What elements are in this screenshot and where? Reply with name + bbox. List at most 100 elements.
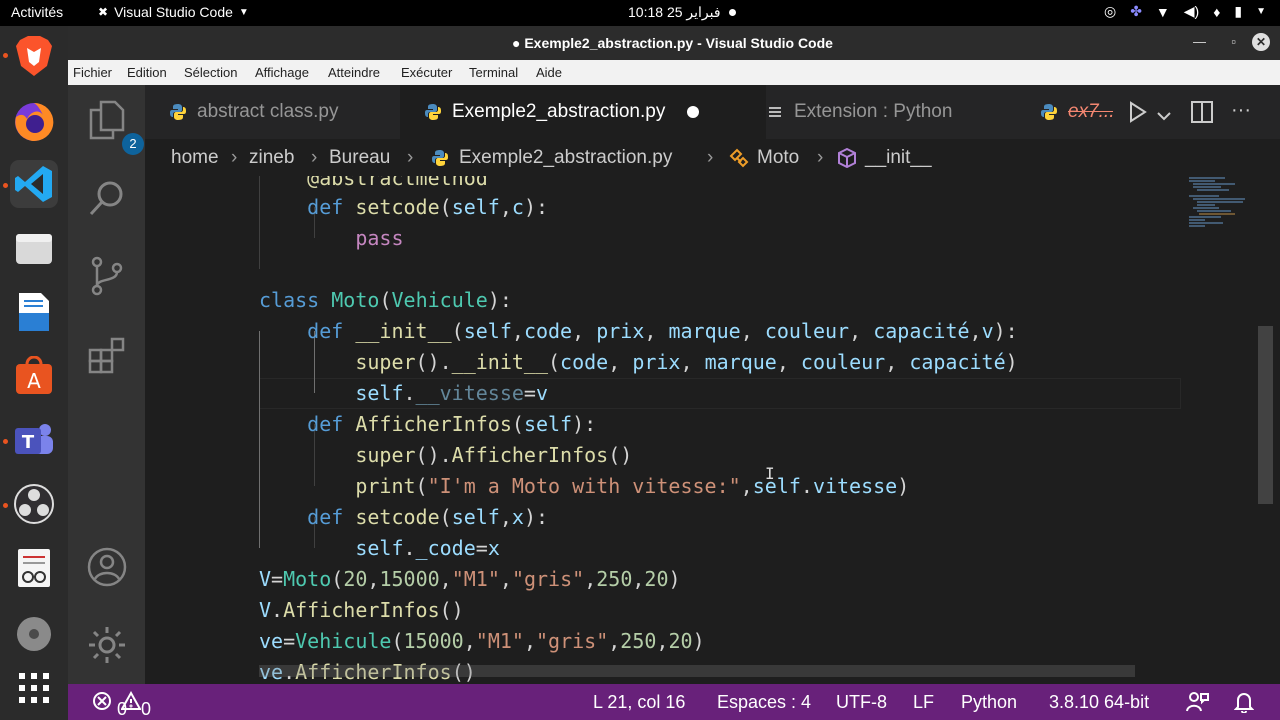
window-title-bar[interactable]: ● Exemple2_abstraction.py - Visual Studi…: [68, 26, 1280, 60]
maximize-button[interactable]: ▫: [1231, 34, 1236, 49]
notifications-button[interactable]: [1233, 691, 1255, 718]
file-encoding[interactable]: UTF-8: [836, 692, 887, 713]
volume-icon: ◀): [1183, 3, 1200, 19]
split-editor-button[interactable]: [1191, 101, 1213, 129]
code-text: def AfficherInfos(self):: [307, 412, 597, 436]
code-line-current: 21 self.__vitesse=v: [145, 378, 1185, 409]
dock-document-viewer[interactable]: [10, 544, 58, 592]
extensions-button[interactable]: [82, 331, 132, 381]
app-menu[interactable]: ✖ Visual Studio Code ▼: [98, 4, 249, 20]
tab-ex7[interactable]: ex7...: [1014, 85, 1140, 139]
breadcrumb-file[interactable]: Exemple2_abstraction.py: [459, 147, 672, 169]
svg-text:T: T: [22, 432, 35, 453]
menu-executer[interactable]: Exécuter: [401, 65, 452, 80]
code-text: V=Moto(20,15000,"M1","gris",250,20): [259, 567, 681, 591]
dock-obs[interactable]: [10, 480, 58, 528]
run-options-button[interactable]: [1157, 105, 1171, 127]
source-control-icon: [91, 256, 123, 296]
split-editor-icon: [1191, 101, 1213, 123]
vscode-icon: [15, 166, 52, 202]
menu-bar: Fichier Edition Sélection Affichage Atte…: [68, 60, 1280, 85]
problems-indicator[interactable]: 0 0: [92, 690, 151, 719]
search-button[interactable]: [82, 173, 132, 223]
dock-firefox[interactable]: [10, 98, 58, 146]
menu-fichier[interactable]: Fichier: [73, 65, 112, 80]
dock-brave-browser[interactable]: [10, 32, 58, 80]
play-icon: [1130, 101, 1147, 123]
dock-writer[interactable]: [10, 288, 58, 336]
explorer-button[interactable]: 2: [82, 95, 144, 155]
breadcrumb-bureau[interactable]: Bureau: [329, 147, 390, 169]
clock-label: 10:18 فبراير 25: [628, 4, 721, 20]
minimize-button[interactable]: —: [1193, 34, 1206, 49]
menu-selection[interactable]: Sélection: [184, 65, 237, 80]
end-of-line[interactable]: LF: [913, 692, 934, 713]
menu-affichage[interactable]: Affichage: [255, 65, 309, 80]
code-line: 15 def setcode(self,c):: [145, 192, 1185, 223]
code-line: 20 super().__init__(code, prix, marque, …: [145, 347, 1185, 378]
dock-teams[interactable]: T: [10, 416, 58, 464]
breadcrumb-zineb[interactable]: zineb: [249, 147, 294, 169]
search-icon: [89, 181, 123, 216]
vertical-scrollbar[interactable]: [1258, 326, 1273, 504]
menu-edition[interactable]: Edition: [127, 65, 167, 80]
tab-exemple2-abstraction[interactable]: Exemple2_abstraction.py: [400, 85, 766, 139]
code-line: 26 self._code=x: [145, 533, 1185, 564]
teams-icon: T: [15, 424, 53, 454]
wifi-icon: ▼: [1155, 3, 1170, 20]
document-writer-icon: [19, 293, 49, 331]
system-menu-caret-icon: ▼: [1256, 6, 1266, 17]
tab-label: abstract class.py: [197, 101, 339, 122]
manage-button[interactable]: [82, 620, 132, 670]
dock-vscode[interactable]: [10, 160, 58, 208]
indentation[interactable]: Espaces : 4: [717, 692, 811, 713]
language-mode[interactable]: Python: [961, 692, 1017, 713]
source-control-badge: 2: [122, 133, 144, 155]
tab-extension-python[interactable]: Extension : Python: [742, 85, 1040, 139]
dock-files[interactable]: [10, 224, 58, 272]
accounts-button[interactable]: [82, 542, 132, 592]
more-actions-icon[interactable]: ···: [1231, 99, 1251, 122]
tab-label: ex7...: [1068, 101, 1113, 122]
menu-aide[interactable]: Aide: [536, 65, 562, 80]
account-icon: [87, 547, 127, 587]
text-cursor-icon: I: [765, 464, 775, 483]
battery-icon: ▮: [1234, 3, 1243, 19]
menu-terminal[interactable]: Terminal: [469, 65, 518, 80]
feedback-button[interactable]: [1186, 691, 1210, 718]
dock-software[interactable]: A: [10, 352, 58, 400]
document-viewer-icon: [18, 549, 50, 587]
breadcrumb-method[interactable]: __init__: [865, 147, 932, 169]
python-file-icon: [1041, 104, 1057, 120]
dock-disk-utility[interactable]: [10, 610, 58, 658]
code-editor[interactable]: 14 @abstractmethod 15 def setcode(self,c…: [145, 176, 1280, 684]
code-text: ve=Vehicule(15000,"M1","gris",250,20): [259, 629, 705, 653]
unsaved-dot-icon[interactable]: [687, 106, 700, 118]
system-tray[interactable]: ◎ ✤ ▼ ◀) ♦ ▮ ▼: [1104, 3, 1266, 20]
show-applications-button[interactable]: [10, 664, 58, 712]
python-interpreter[interactable]: 3.8.10 64-bit: [1049, 692, 1149, 713]
source-control-button[interactable]: [82, 251, 132, 301]
minimap[interactable]: [1185, 176, 1255, 236]
clock[interactable]: 10:18 فبراير 25: [628, 4, 736, 21]
close-window-button[interactable]: ✕: [1252, 33, 1270, 51]
menu-atteindre[interactable]: Atteindre: [328, 65, 380, 80]
code-text: super().AfficherInfos(): [355, 443, 633, 467]
caret-down-icon: ▼: [238, 6, 249, 18]
run-python-button[interactable]: [1128, 101, 1148, 129]
cursor-position[interactable]: L 21, col 16: [593, 692, 685, 713]
chevron-right-icon: ›: [817, 147, 824, 168]
code-line: 25 def setcode(self,x):: [145, 502, 1185, 533]
brave-lion-icon: [16, 36, 52, 76]
activities-button[interactable]: Activités: [11, 4, 63, 20]
code-line: 17: [145, 254, 1185, 285]
code-text: def setcode(self,c):: [307, 195, 549, 219]
horizontal-scrollbar[interactable]: [259, 665, 1135, 677]
breadcrumb-home[interactable]: home: [171, 147, 219, 169]
tab-abstract-class[interactable]: abstract class.py: [145, 85, 424, 139]
chevron-right-icon: ›: [707, 147, 714, 168]
code-line: 23 super().AfficherInfos(): [145, 440, 1185, 471]
code-line: 18 class Moto(Vehicule):: [145, 285, 1185, 316]
activity-bar: 2: [68, 85, 145, 685]
breadcrumb-class[interactable]: Moto: [757, 147, 799, 169]
